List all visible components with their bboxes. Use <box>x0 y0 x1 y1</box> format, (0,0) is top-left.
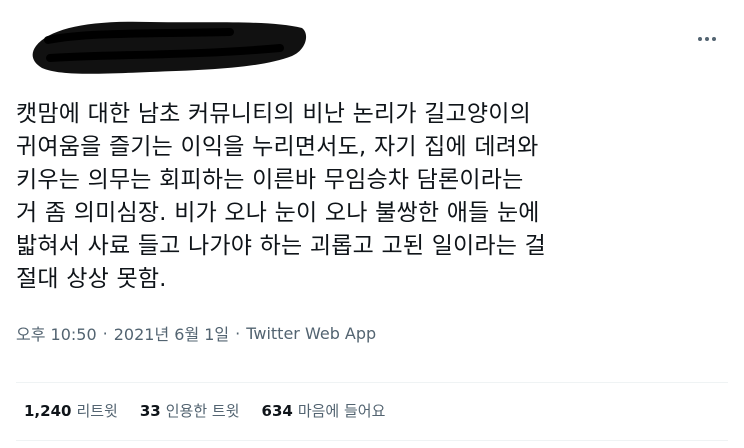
divider <box>16 440 728 441</box>
tweet-text-line: 캣맘에 대한 남초 커뮤니티의 비난 논리가 길고양이의 <box>16 101 531 127</box>
quote-tweets-count: 33 <box>139 402 161 420</box>
tweet-time[interactable]: 오후 10:50 <box>16 321 97 345</box>
tweet-stats: 1,240 리트윗 33 인용한 트윗 634 마음에 들어요 <box>24 400 407 421</box>
retweets-stat[interactable]: 1,240 리트윗 <box>24 400 118 421</box>
meta-separator: · <box>235 323 241 343</box>
more-options-button[interactable] <box>690 26 724 52</box>
tweet-text-line: 절대 상상 못함. <box>16 266 167 292</box>
more-icon-dot <box>712 37 716 41</box>
tweet-card: 캣맘에 대한 남초 커뮤니티의 비난 논리가 길고양이의 귀여움을 즐기는 이익… <box>0 0 744 448</box>
more-icon-dot <box>705 37 709 41</box>
quote-tweets-label: 인용한 트윗 <box>165 402 240 420</box>
likes-stat[interactable]: 634 마음에 들어요 <box>262 400 386 421</box>
retweets-count: 1,240 <box>24 402 72 420</box>
tweet-text: 캣맘에 대한 남초 커뮤니티의 비난 논리가 길고양이의 귀여움을 즐기는 이익… <box>16 98 728 296</box>
tweet-text-line: 밟혀서 사료 들고 나가야 하는 괴롭고 고된 일이라는 걸 <box>16 233 547 259</box>
more-icon-dot <box>698 37 702 41</box>
quote-tweets-stat[interactable]: 33 인용한 트윗 <box>140 400 240 421</box>
tweet-source-link[interactable]: Twitter Web App <box>246 324 376 343</box>
retweets-label: 리트윗 <box>76 402 118 420</box>
meta-separator: · <box>102 323 108 343</box>
tweet-text-line: 귀여움을 즐기는 이익을 누리면서도, 자기 집에 데려와 <box>16 134 539 160</box>
tweet-metadata: 오후 10:50 · 2021년 6월 1일 · Twitter Web App <box>16 318 728 348</box>
likes-label: 마음에 들어요 <box>297 402 386 420</box>
tweet-header <box>16 0 728 88</box>
tweet-text-line: 키우는 의무는 회피하는 이른바 무임승차 담론이라는 <box>16 167 524 193</box>
tweet-date[interactable]: 2021년 6월 1일 <box>114 321 229 345</box>
likes-count: 634 <box>261 402 293 420</box>
redacted-author-scribble <box>32 21 307 74</box>
tweet-text-line: 거 좀 의미심장. 비가 오나 눈이 오나 불쌍한 애들 눈에 <box>16 200 540 226</box>
divider <box>16 382 728 383</box>
